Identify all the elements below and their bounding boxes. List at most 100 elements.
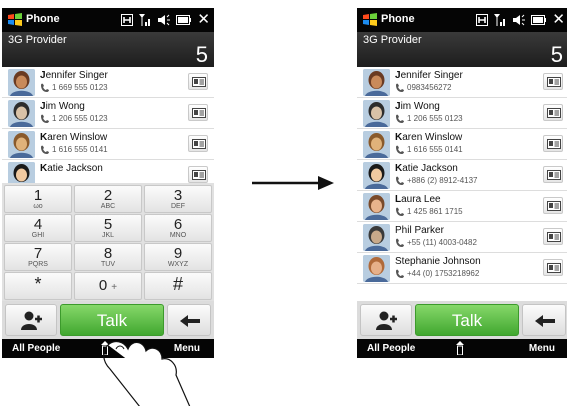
slide-up-handle[interactable]: [455, 341, 465, 358]
people-button[interactable]: [5, 304, 57, 336]
contact-number: 1 206 555 0123: [407, 114, 463, 123]
contact-row[interactable]: Katie Jackson +886 (2) 8912-4137: [357, 160, 567, 191]
contact-photo: [363, 255, 390, 282]
dialpad-key[interactable]: 8 TUV: [74, 243, 142, 271]
provider-name: 3G Provider: [363, 34, 422, 46]
contact-card-button[interactable]: [188, 104, 208, 121]
contact-row[interactable]: Jim Wong 1 206 555 0123: [357, 98, 567, 129]
contact-number: 1 206 555 0123: [52, 114, 108, 123]
key-letters: DEF: [171, 203, 185, 210]
contact-name-rest: aura Lee: [401, 194, 441, 205]
phone-handset-icon: [396, 269, 404, 278]
softkey-all-people[interactable]: All People: [12, 343, 60, 354]
contact-card-icon: [192, 139, 206, 149]
contact-card-button[interactable]: [188, 73, 208, 90]
backspace-button[interactable]: [522, 304, 566, 336]
contact-card-button[interactable]: [543, 135, 563, 152]
contact-number-line: 1 206 555 0123: [40, 114, 108, 123]
key-letters: JKL: [101, 232, 115, 239]
contact-row[interactable]: Jim Wong 1 206 555 0123: [2, 98, 214, 129]
dialpad-key[interactable]: 5 JKL: [74, 214, 142, 242]
contact-card-icon: [547, 201, 561, 211]
close-icon[interactable]: ✕: [552, 12, 565, 27]
people-button[interactable]: [360, 304, 412, 336]
contact-row[interactable]: Karen Winslow 1 616 555 0141: [2, 129, 214, 160]
contact-name-rest: atie Jackson: [402, 163, 458, 174]
app-title: Phone: [381, 13, 415, 25]
dialpad-key[interactable]: 9 WXYZ: [144, 243, 212, 271]
phone-handset-icon: [396, 238, 404, 247]
contact-name: Jennifer Singer: [395, 70, 463, 81]
dialpad-key[interactable]: 3 DEF: [144, 185, 212, 213]
phone-handset-icon: [396, 145, 404, 154]
dialpad-key[interactable]: 1 ωο: [4, 185, 72, 213]
key-digit: 7: [33, 245, 43, 262]
contact-row[interactable]: Phil Parker +55 (11) 4003-0482: [357, 222, 567, 253]
contact-photo: [363, 69, 390, 96]
contact-row[interactable]: Jennifer Singer 1 669 555 0123: [2, 67, 214, 98]
softkey-bar: All People Menu: [357, 339, 567, 358]
contact-card-button[interactable]: [543, 197, 563, 214]
key-letters: TUV: [101, 261, 115, 268]
dialpad-key[interactable]: 6 MNO: [144, 214, 212, 242]
contact-row[interactable]: Karen Winslow 1 616 555 0141: [357, 129, 567, 160]
contact-card-button[interactable]: [543, 166, 563, 183]
contact-name: Jim Wong: [395, 101, 440, 112]
phone-handset-icon: [41, 83, 49, 92]
dialpad-key[interactable]: 7 PQRS: [4, 243, 72, 271]
dialpad-key[interactable]: *: [4, 272, 72, 300]
contact-card-icon: [547, 170, 561, 180]
battery-icon: [531, 14, 547, 25]
softkey-all-people[interactable]: All People: [367, 343, 415, 354]
backspace-arrow-icon: [535, 315, 555, 327]
contact-name-rest: atie Jackson: [47, 163, 103, 174]
key-digit: 8: [103, 245, 113, 262]
contact-card-button[interactable]: [543, 73, 563, 90]
dialpad-key[interactable]: 4 GHI: [4, 214, 72, 242]
contact-card-icon: [547, 108, 561, 118]
contact-number: 1 669 555 0123: [52, 83, 108, 92]
backspace-button[interactable]: [167, 304, 211, 336]
phone-handset-icon: [41, 145, 49, 154]
slide-up-handle-icon: [456, 341, 464, 356]
contact-card-button[interactable]: [188, 135, 208, 152]
pointing-finger-illustration: [103, 340, 191, 406]
missed-call-count: 5: [550, 42, 563, 67]
key-digit: 4: [33, 216, 43, 233]
talk-button[interactable]: Talk: [60, 304, 164, 336]
contact-row[interactable]: Jennifer Singer 0983456272: [357, 67, 567, 98]
contact-card-button[interactable]: [543, 228, 563, 245]
contact-name-rest: im Wong: [45, 101, 85, 112]
contact-card-button[interactable]: [188, 166, 208, 183]
close-icon[interactable]: ✕: [197, 12, 210, 27]
contact-card-button[interactable]: [543, 259, 563, 276]
contact-list: Jennifer Singer 1 669 555 0123 Jim Wong 1 2…: [2, 67, 214, 191]
dialpad-key[interactable]: #: [144, 272, 212, 300]
contact-name-rest: aren Winslow: [47, 132, 108, 143]
contact-number-line: 1 616 555 0141: [40, 145, 108, 154]
provider-bar: 3G Provider 5: [357, 32, 567, 67]
contact-number: +55 (11) 4003-0482: [407, 238, 477, 247]
key-digit: 0: [98, 277, 108, 294]
contact-number: 1 616 555 0141: [407, 145, 463, 154]
action-row: Talk: [2, 301, 214, 339]
key-letters: ωο: [33, 203, 43, 210]
people-icon: [376, 311, 397, 330]
dialpad-key[interactable]: 2 ABC: [74, 185, 142, 213]
contact-name: Jim Wong: [40, 101, 85, 112]
contact-card-icon: [192, 170, 206, 180]
contact-card-button[interactable]: [543, 104, 563, 121]
phone-handset-icon: [396, 83, 404, 92]
dialpad-key[interactable]: 0 +: [74, 272, 142, 300]
windows-logo-icon: [8, 13, 22, 26]
contact-row[interactable]: Laura Lee 1 425 861 1715: [357, 191, 567, 222]
contact-row[interactable]: Stephanie Johnson +44 (0) 1753218962: [357, 253, 567, 284]
status-icons: ✕: [121, 12, 210, 27]
key-letters: ABC: [100, 203, 116, 210]
softkey-menu[interactable]: Menu: [529, 343, 555, 354]
phone-handset-icon: [41, 114, 49, 123]
contact-name-rest: Phil Parker: [395, 225, 444, 236]
contact-card-icon: [547, 232, 561, 242]
talk-button[interactable]: Talk: [415, 304, 519, 336]
contact-number-line: +44 (0) 1753218962: [395, 269, 479, 278]
